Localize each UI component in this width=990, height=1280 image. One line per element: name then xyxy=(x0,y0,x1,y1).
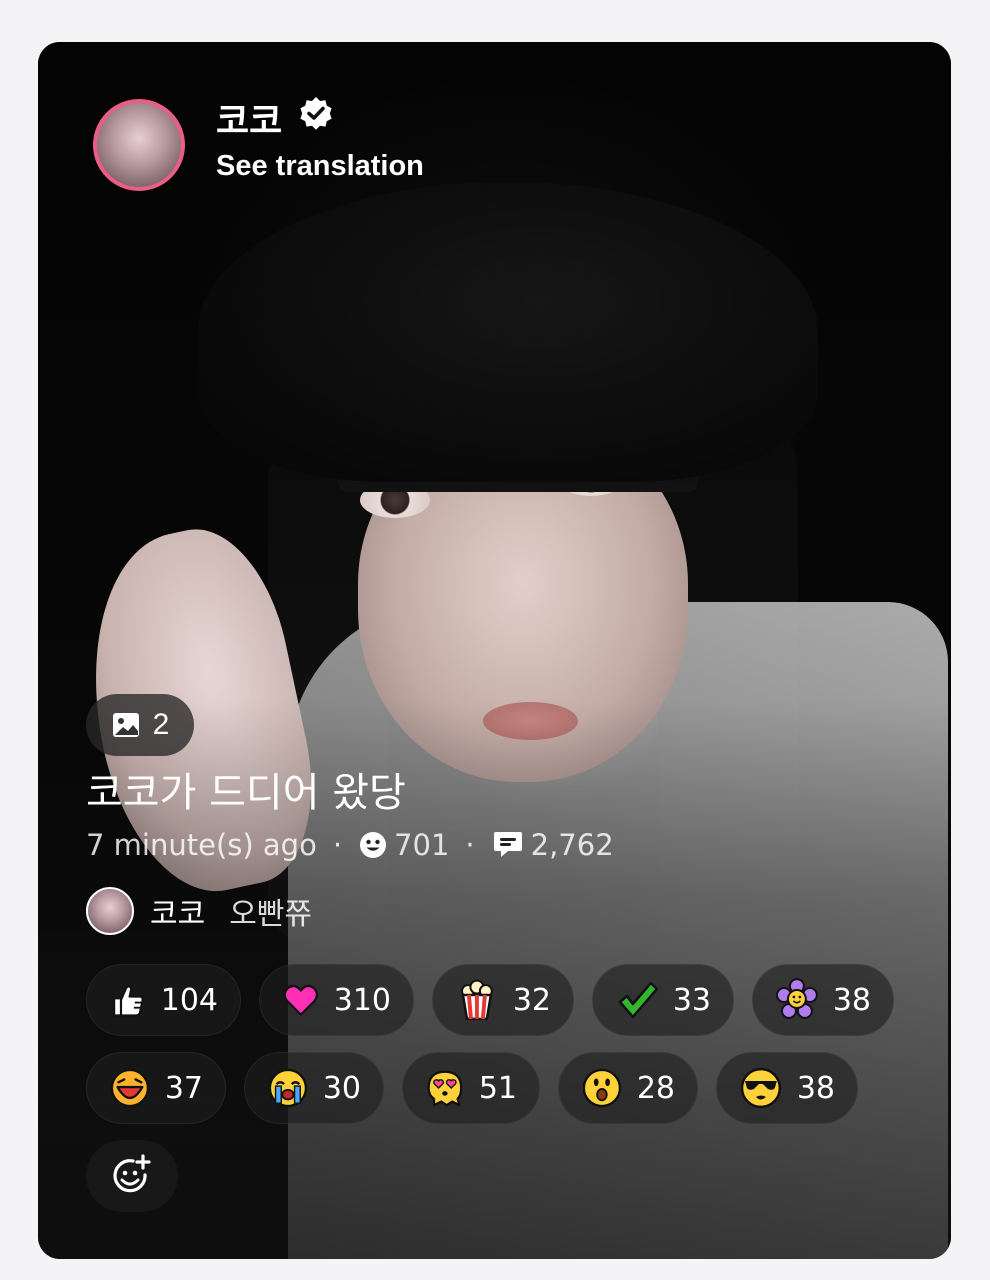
add-emoji-icon xyxy=(113,1154,151,1193)
reaction-count: 51 xyxy=(478,1070,517,1106)
separator-dot: · xyxy=(465,828,475,862)
reaction-sunglasses[interactable]: 38 xyxy=(716,1052,858,1124)
comment-total: 2,762 xyxy=(530,828,614,862)
reaction-total: 701 xyxy=(394,828,450,862)
reaction-row-1: 104 310 32 33 38 xyxy=(86,964,946,1036)
reaction-count: 33 xyxy=(672,982,711,1018)
commenter-avatar[interactable] xyxy=(86,887,134,935)
crying-face-icon xyxy=(268,1068,308,1108)
post-card[interactable]: 코코 See translation 2 코코가 드디어 왔당 7 minute… xyxy=(38,42,951,1259)
post-meta: 7 minute(s) ago · 701 · 2,762 xyxy=(86,828,614,862)
heart-icon xyxy=(283,984,319,1016)
reaction-count: 310 xyxy=(333,982,391,1018)
reaction-row-3 xyxy=(86,1140,946,1212)
reaction-count: 38 xyxy=(832,982,871,1018)
reaction-checkmark[interactable]: 33 xyxy=(592,964,734,1036)
heart-eyes-face-icon xyxy=(427,1070,463,1107)
image-icon xyxy=(112,713,139,737)
surprised-face-icon xyxy=(582,1068,622,1108)
reaction-surprised[interactable]: 28 xyxy=(558,1052,698,1124)
reaction-bar: 104 310 32 33 38 37 30 51 28 38 xyxy=(86,964,946,1228)
laughing-face-icon xyxy=(110,1068,150,1108)
reaction-count: 32 xyxy=(512,982,551,1018)
author-avatar[interactable] xyxy=(93,99,185,191)
verified-badge-icon xyxy=(300,97,332,130)
image-count-badge[interactable]: 2 xyxy=(86,694,194,756)
comment-text: 오빤쮸 xyxy=(229,897,313,932)
reaction-count: 28 xyxy=(636,1070,675,1106)
add-reaction-button[interactable] xyxy=(86,1140,178,1212)
latest-comment[interactable]: 코코 오빤쮸 xyxy=(86,887,312,935)
see-translation-link[interactable]: See translation xyxy=(216,150,424,183)
photo-beanie xyxy=(198,182,818,482)
reaction-count: 104 xyxy=(160,982,218,1018)
reaction-popcorn[interactable]: 32 xyxy=(432,964,574,1036)
reaction-count: 37 xyxy=(164,1070,203,1106)
author-name[interactable]: 코코 xyxy=(216,92,282,144)
popcorn-icon xyxy=(460,979,493,1021)
checkmark-icon xyxy=(618,981,659,1019)
thumbs-up-icon xyxy=(113,985,144,1017)
reaction-count: 30 xyxy=(322,1070,361,1106)
image-count: 2 xyxy=(152,708,170,741)
comment-bubble-icon xyxy=(493,832,522,857)
flower-icon xyxy=(775,978,818,1019)
reaction-crying[interactable]: 30 xyxy=(244,1052,384,1124)
reaction-row-2: 37 30 51 28 38 xyxy=(86,1052,946,1124)
reaction-flower[interactable]: 38 xyxy=(752,964,894,1036)
reaction-count-group[interactable]: 701 xyxy=(358,828,449,862)
separator-dot: · xyxy=(332,828,343,862)
commenter-name[interactable]: 코코 xyxy=(150,889,205,933)
smiley-icon xyxy=(360,832,387,858)
reaction-thumbs-up[interactable]: 104 xyxy=(86,964,241,1036)
post-time: 7 minute(s) ago xyxy=(86,828,317,862)
comment-count-group[interactable]: 2,762 xyxy=(491,828,614,862)
reaction-heart[interactable]: 310 xyxy=(259,964,414,1036)
sunglasses-face-icon xyxy=(740,1067,782,1109)
reaction-count: 38 xyxy=(796,1070,835,1106)
reaction-heart-eyes[interactable]: 51 xyxy=(402,1052,540,1124)
reaction-laughing[interactable]: 37 xyxy=(86,1052,226,1124)
post-caption[interactable]: 코코가 드디어 왔당 xyxy=(86,760,406,818)
